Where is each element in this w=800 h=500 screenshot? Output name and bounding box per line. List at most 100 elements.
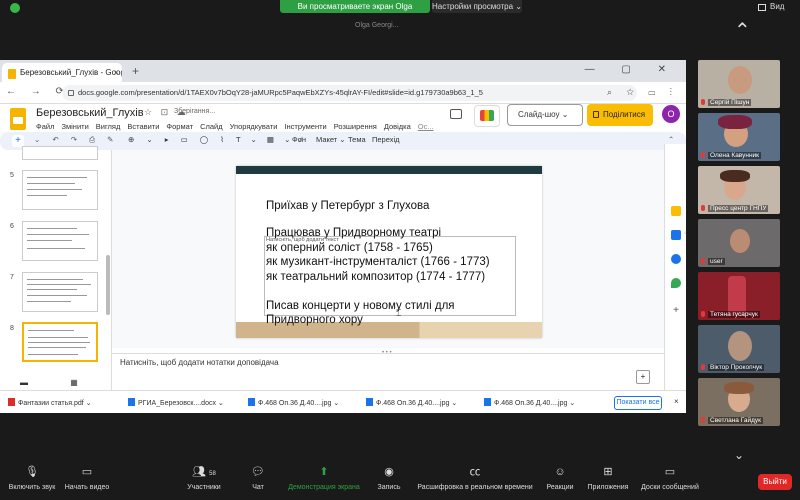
menu-item[interactable]: Упорядкувати: [230, 122, 278, 131]
slide-thumbnail[interactable]: [22, 146, 98, 160]
comment-icon[interactable]: [450, 109, 462, 119]
muted-mic-icon: 🎙︎: [25, 466, 39, 478]
participant-tile[interactable]: user: [698, 219, 780, 267]
add-on-icon[interactable]: +: [671, 306, 681, 316]
chevron-down-icon[interactable]: ⌄: [86, 400, 92, 407]
menu-item[interactable]: Файл: [36, 122, 54, 131]
nav-buttons[interactable]: ← → ⟳: [6, 86, 70, 97]
menu-item[interactable]: Слайд: [200, 122, 223, 131]
zoom-shield-icon[interactable]: [10, 3, 20, 13]
whiteboard-icon: ▭: [664, 466, 676, 478]
download-item[interactable]: Ф.468 Оп.36 Д.40....jpg ⌄: [366, 398, 457, 407]
menu-item[interactable]: Ос...: [418, 122, 434, 131]
menu-item[interactable]: Вставити: [127, 122, 159, 131]
download-name: Ф.468 Оп.36 Д.40....jpg: [258, 400, 332, 407]
file-icon: [484, 398, 491, 406]
filmstrip-scrollbar[interactable]: [106, 255, 110, 315]
scroll-left-icon[interactable]: ‹: [684, 228, 687, 237]
file-icon: [366, 398, 373, 406]
close-tab-icon[interactable]: ×: [114, 63, 119, 82]
leave-button[interactable]: Выйти: [758, 474, 792, 490]
maps-icon[interactable]: [671, 278, 681, 288]
download-item[interactable]: Ф.468 Оп.36 Д.40....jpg ⌄: [484, 398, 575, 407]
slide-thumbnail[interactable]: [22, 221, 98, 261]
document-title[interactable]: Березовський_Глухів: [36, 107, 144, 119]
show-all-downloads-button[interactable]: Показати все: [614, 396, 662, 410]
transition-button[interactable]: Перехід: [372, 135, 400, 144]
participant-name: Светлана Гайдук: [708, 417, 764, 424]
collapse-toolbar-icon[interactable]: ⌃: [668, 135, 674, 144]
participant-tile[interactable]: Віктор Прокопчук: [698, 325, 780, 373]
download-name: Фантазии статья.pdf: [18, 400, 84, 407]
keep-icon[interactable]: [671, 206, 681, 216]
reactions-button[interactable]: ☺ Реакции: [544, 464, 576, 491]
unmute-button[interactable]: 🎙︎ Включить звук: [8, 464, 56, 491]
gallery-down-icon[interactable]: ⌄: [734, 448, 744, 462]
apps-button[interactable]: ⊞ Приложения: [586, 464, 630, 491]
contacts-icon[interactable]: [671, 254, 681, 264]
record-button[interactable]: ◉ Запись: [374, 464, 404, 491]
notes-placeholder[interactable]: Натисніть, щоб додати нотатки доповідача: [120, 358, 279, 367]
avatar[interactable]: O: [662, 105, 680, 123]
slide-title[interactable]: Приїхав у Петербург з Глухова: [266, 200, 429, 212]
participants-button[interactable]: 👥︎ 58 Участники: [182, 464, 226, 491]
browser-tab[interactable]: Березовський_Глухів - Google S ×: [2, 63, 122, 82]
download-item[interactable]: РГИА_Березовск....docx ⌄: [128, 398, 224, 407]
lock-icon[interactable]: [68, 90, 74, 96]
current-slide[interactable]: Приїхав у Петербург з Глухова Працював у…: [236, 166, 542, 338]
view-icon[interactable]: [758, 4, 766, 11]
grid-view-icons[interactable]: ▬ ▦: [20, 378, 98, 387]
share-screen-button[interactable]: ⬆ Демонстрация экрана: [286, 464, 362, 491]
menu-item[interactable]: Довідка: [384, 122, 411, 131]
participant-tile[interactable]: Светлана Гайдук: [698, 378, 780, 426]
chat-label: Чат: [252, 484, 264, 491]
tasks-icon[interactable]: [671, 230, 681, 240]
share-screen-icon: ⬆: [319, 466, 329, 478]
background-button[interactable]: Фон: [292, 135, 306, 144]
add-notes-button[interactable]: +: [636, 370, 650, 384]
slide-thumbnail[interactable]: [22, 170, 98, 210]
filmstrip-view-toggle[interactable]: ▬ ▦: [0, 376, 112, 390]
menu-item[interactable]: Вигляд: [96, 122, 121, 131]
theme-button[interactable]: Тема: [348, 135, 366, 144]
record-label: Запись: [377, 484, 401, 491]
slide-thumbnail[interactable]: [22, 272, 98, 312]
download-item[interactable]: Ф.468 Оп.36 Д.40....jpg ⌄: [248, 398, 339, 407]
url-field[interactable]: docs.google.com/presentation/d/1TAEX0v7b…: [62, 85, 637, 101]
notes-resize-handle[interactable]: • • •: [382, 350, 392, 356]
chevron-down-icon[interactable]: ⌄: [451, 400, 457, 407]
start-video-button[interactable]: ▭ Начать видео: [62, 464, 112, 491]
chevron-down-icon[interactable]: ⌄: [218, 400, 224, 407]
download-item[interactable]: Фантазии статья.pdf ⌄: [8, 398, 92, 407]
view-button[interactable]: Вид: [770, 2, 784, 11]
menu-item[interactable]: Формат: [166, 122, 193, 131]
new-tab-button[interactable]: +: [132, 64, 139, 78]
menu-item[interactable]: Інструменти: [284, 122, 326, 131]
speaker-notes[interactable]: • • • Натисніть, щоб додати нотатки допо…: [112, 350, 664, 390]
participant-tile[interactable]: Пресс центр ГНПУ: [698, 166, 780, 214]
slide-thumbnail-active[interactable]: [22, 322, 98, 362]
participant-tile[interactable]: Сергій Пішун: [698, 60, 780, 108]
window-controls[interactable]: — ▢ ✕: [585, 64, 678, 75]
zoom-select-shape-icons[interactable]: ⊕ ⌄ ▸ ▭ ◯ ⌇: [128, 135, 229, 144]
menu-item[interactable]: Розширення: [334, 122, 377, 131]
menu-item[interactable]: Змінити: [61, 122, 88, 131]
share-banner: Ви просматриваете экран Olga: [280, 0, 430, 13]
undo-redo-print-icons[interactable]: ⌄ ↶ ↷ ⎙ ✎: [34, 135, 118, 145]
participant-tile[interactable]: Тетяна гусарчук: [698, 272, 780, 320]
chevron-up-icon[interactable]: ⌃: [734, 21, 751, 41]
record-icon: ◉: [384, 466, 394, 478]
close-downloads-icon[interactable]: ×: [674, 397, 679, 406]
address-bar-icons[interactable]: ⌕ ☆ ▭ ⋮: [607, 87, 678, 98]
chevron-down-icon[interactable]: ⌄: [333, 400, 339, 407]
chat-button[interactable]: 💬︎ Чат: [246, 464, 270, 491]
view-options-button[interactable]: Настройки просмотра ⌄: [432, 0, 522, 13]
whiteboards-button[interactable]: ▭ Доски сообщений: [638, 464, 702, 491]
live-transcript-button[interactable]: ㏄ Расшифровка в реальном времени: [416, 464, 534, 491]
chevron-down-icon[interactable]: ⌄: [569, 400, 575, 407]
participant-tile[interactable]: Олена Кавунник: [698, 113, 780, 161]
slide-body-line: як театральний композитор (1774 - 1777): [266, 270, 486, 283]
slide-body-line: як музикант-інструменталіст (1766 - 1773…: [266, 256, 490, 268]
slideshow-button[interactable]: Слайд-шоу ⌄: [507, 104, 583, 126]
layout-button[interactable]: Макет ⌄: [316, 135, 346, 144]
